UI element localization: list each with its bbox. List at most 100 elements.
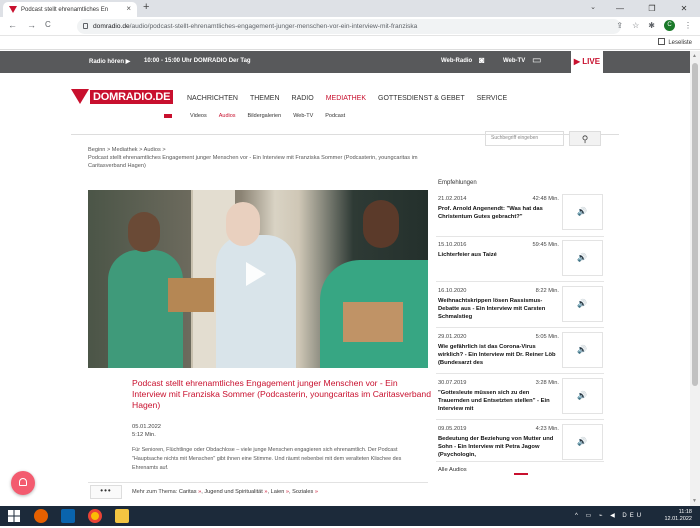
browser-tab-bar: Podcast stellt ehrenamtliches En × + ⌄ —… [0,0,700,17]
search-icon: ⚲ [581,134,589,144]
reading-list-icon [658,38,666,45]
search-input[interactable]: Suchbegriff eingeben [485,131,564,146]
page-scrollbar[interactable]: ▲ ▼ [690,51,700,506]
radio-listen-link[interactable]: Radio hören ▶ [89,58,130,65]
windows-start-icon[interactable] [7,509,21,523]
topic-soziales[interactable]: Soziales [292,489,313,495]
accent-line [514,473,528,475]
subnav-videos[interactable]: Videos [190,113,207,119]
subnav-audios[interactable]: Audios [219,113,236,119]
share-icon[interactable]: ⇪ [616,21,623,30]
topic-laien[interactable]: Laien [271,489,285,495]
list-item[interactable]: 21.02.2014 42:48 Min. Prof. Arnold Angen… [436,194,604,237]
logo-text: DOMRADIO.DE [90,89,174,104]
speaker-icon: 🔊 [577,207,587,216]
webradio-link[interactable]: Web-Radio [441,58,472,64]
main-navigation: NACHRICHTEN THEMEN RADIO MEDIATHEK GOTTE… [187,95,507,102]
audio-play-button[interactable]: 🔊 [562,378,603,414]
breadcrumb-current-cont: Caritasverband Hagen) [88,163,146,169]
live-button[interactable]: ▶ LIVE [571,51,603,73]
browser-tab[interactable]: Podcast stellt ehrenamtliches En × [3,2,137,17]
active-section-marker [164,114,172,118]
webtv-link[interactable]: Web-TV [503,58,525,64]
article-divider [88,482,428,483]
subnav-bildergalerien[interactable]: Bildergalerien [248,113,282,119]
search-button[interactable]: ⚲ [569,131,601,146]
article-title: Podcast stellt ehrenamtliches Engagement… [132,378,431,410]
lock-icon [83,23,88,29]
audio-play-button[interactable]: 🔊 [562,286,603,322]
reload-icon[interactable]: C [45,20,51,29]
audio-play-button[interactable]: 🔊 [562,332,603,368]
breadcrumb-current: Podcast stellt ehrenamtliches Engagement… [88,155,418,161]
firefox-icon[interactable] [34,509,48,523]
star-icon[interactable]: ☆ [632,21,639,30]
windows-taskbar: ^ ▭ ⌁ ◀ DEU 11:18 12.01.2022 [0,506,700,526]
url-path: /audio/podcast-stellt-ehrenamtliches-eng… [129,23,418,30]
subnav-podcast[interactable]: Podcast [325,113,345,119]
nav-themen[interactable]: THEMEN [250,95,280,102]
new-tab-icon[interactable]: + [143,1,149,13]
radio-strip: Radio hören ▶ 10:00 - 15:00 Uhr DOMRADIO… [0,51,690,73]
nav-nachrichten[interactable]: NACHRICHTEN [187,95,238,102]
more-options-button[interactable]: ••• [90,485,122,499]
outlook-icon[interactable] [61,509,75,523]
list-item[interactable]: 29.01.2020 5:05 Min. Wie gefährlich ist … [436,332,604,374]
site-logo[interactable]: DOMRADIO.DE [71,89,174,104]
clock-time: 11:18 [678,509,692,515]
url-bar[interactable]: domradio.de/audio/podcast-stellt-ehrenam… [77,19,621,34]
back-icon[interactable]: ← [8,20,17,30]
audio-play-button[interactable]: 🔊 [562,240,603,276]
topic-caritas[interactable]: Caritas [179,489,197,495]
topic-jugend[interactable]: Jugend und Spiritualität [204,489,262,495]
clock-date: 12.01.2022 [664,516,692,522]
scroll-down-icon[interactable]: ▼ [692,498,697,504]
nav-service[interactable]: SERVICE [477,95,508,102]
tv-icon[interactable]: ▭ [532,55,541,66]
maximize-icon[interactable]: ❐ [636,0,668,17]
bell-icon [19,478,27,486]
reading-list-label: Leseliste [668,40,692,46]
tab-close-icon[interactable]: × [126,4,131,13]
breadcrumb: Beginn > Mediathek > Audios > Podcast st… [88,146,488,170]
topics-label: Mehr zum Thema: [132,489,178,495]
forward-icon[interactable]: → [27,20,36,30]
notification-bell-button[interactable] [11,471,35,495]
speaker-icon: 🔊 [577,345,587,354]
nav-radio[interactable]: RADIO [292,95,314,102]
list-item[interactable]: 16.10.2020 8:22 Min. Weihnachtskrippen l… [436,286,604,328]
scroll-thumb[interactable] [692,63,698,386]
nav-gottesdienst[interactable]: GOTTESDIENST & GEBET [378,95,465,102]
list-item[interactable]: 09.05.2019 4:23 Min. Bedeutung der Bezie… [436,424,604,462]
audio-play-button[interactable]: 🔊 [562,424,603,460]
play-icon[interactable] [246,262,266,286]
nav-mediathek[interactable]: MEDIATHEK [326,95,366,102]
article-description: Für Senioren, Flüchtlinge oder Obdachlos… [132,447,402,471]
chrome-icon[interactable] [88,509,102,523]
reading-list-bar: Leseliste [0,36,700,50]
reading-list-button[interactable]: Leseliste [658,38,692,46]
speaker-icon: 🔊 [577,253,587,262]
list-item[interactable]: 30.07.2019 3:28 Min. "Gottesleute müssen… [436,378,604,420]
clock[interactable]: 11:18 12.01.2022 [664,509,692,523]
scroll-up-icon[interactable]: ▲ [692,53,697,59]
sub-navigation: Videos Audios Bildergalerien Web-TV Podc… [164,113,345,119]
profile-avatar[interactable]: C [664,20,675,31]
speaker-icon: 🔊 [577,299,587,308]
address-toolbar: ← → C domradio.de/audio/podcast-stellt-e… [0,17,700,36]
system-tray-icons[interactable]: ^ ▭ ⌁ ◀ DEU [575,512,644,519]
all-audios-link[interactable]: Alle Audios [438,467,467,473]
audio-play-button[interactable]: 🔊 [562,194,603,230]
list-item[interactable]: 15.10.2016 59:45 Min. Lichterfeier aus T… [436,240,604,282]
tab-search-icon[interactable]: ⌄ [590,3,596,11]
minimize-icon[interactable]: — [604,0,636,17]
radio-icon[interactable]: ◙ [479,55,484,65]
extensions-icon[interactable]: ✱ [648,21,655,30]
menu-icon[interactable]: ⋮ [684,21,692,30]
breadcrumb-path[interactable]: Beginn > Mediathek > Audios > [88,146,488,154]
logo-triangle-icon [71,89,89,104]
close-window-icon[interactable]: ✕ [668,0,700,17]
recommendations-heading: Empfehlungen [438,180,477,186]
subnav-webtv[interactable]: Web-TV [293,113,313,119]
file-explorer-icon[interactable] [115,509,129,523]
